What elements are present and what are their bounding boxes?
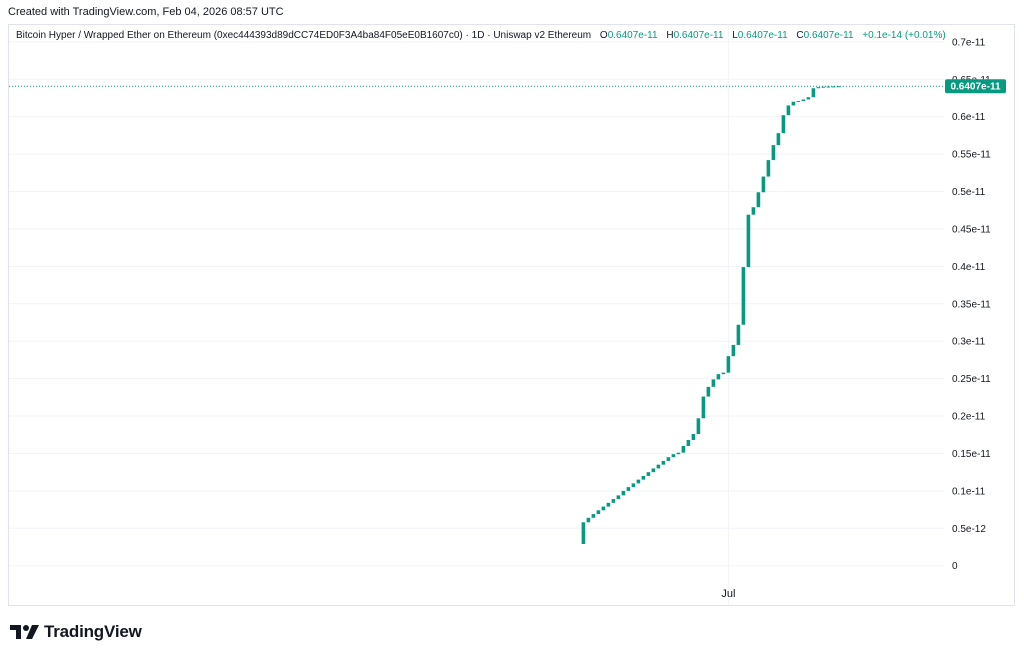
candle-43[interactable]	[796, 100, 801, 102]
y-tick-label-6: 0.4e-11	[952, 262, 986, 273]
tradingview-brand-text: TradingView	[44, 622, 142, 641]
chart-legend: Bitcoin Hyper / Wrapped Ether on Ethereu…	[16, 30, 946, 41]
candle-34[interactable]	[751, 207, 756, 215]
high-value: 0.6407e-11	[673, 30, 724, 41]
grid-lines	[9, 25, 944, 605]
candle-47[interactable]	[816, 87, 821, 89]
candle-46[interactable]	[811, 88, 816, 98]
open-label: O	[599, 30, 608, 41]
candle-24[interactable]	[701, 396, 706, 419]
candle-31[interactable]	[736, 324, 741, 345]
candle-16[interactable]	[661, 460, 666, 465]
candle-17[interactable]	[666, 457, 671, 461]
candle-27[interactable]	[716, 374, 721, 380]
change-value: +0.1e-14 (+0.01%)	[862, 30, 946, 41]
y-tick-label-4: 0.5e-11	[952, 187, 986, 198]
y-tick-label-3: 0.55e-11	[952, 150, 991, 161]
high-label: H	[666, 30, 674, 41]
y-tick-label-10: 0.2e-11	[952, 412, 986, 423]
candles[interactable]	[581, 86, 841, 545]
candle-36[interactable]	[761, 176, 766, 193]
candle-41[interactable]	[786, 105, 791, 116]
last-price-badge-text: 0.6407e-11	[950, 82, 1000, 93]
close-value: 0.6407e-11	[803, 30, 854, 41]
candle-7[interactable]	[616, 495, 621, 500]
y-tick-label-5: 0.45e-11	[952, 224, 991, 235]
tradingview-logo-icon	[10, 625, 39, 639]
candle-26[interactable]	[711, 379, 716, 387]
candle-29[interactable]	[726, 356, 731, 373]
low-value: 0.6407e-11	[737, 30, 788, 41]
candle-8[interactable]	[621, 490, 626, 496]
price-chart[interactable]: 0.7e-110.65e-110.6e-110.55e-110.5e-110.4…	[0, 0, 1024, 657]
candle-2[interactable]	[591, 514, 596, 518]
candle-25[interactable]	[706, 386, 711, 397]
candle-18[interactable]	[671, 454, 676, 458]
open-value: 0.6407e-11	[607, 30, 658, 41]
y-tick-label-9: 0.25e-11	[952, 374, 991, 385]
symbol-title[interactable]: Bitcoin Hyper / Wrapped Ether on Ethereu…	[16, 30, 591, 41]
candle-28[interactable]	[721, 372, 726, 375]
candle-42[interactable]	[791, 101, 796, 106]
candle-0[interactable]	[581, 522, 586, 545]
candle-45[interactable]	[806, 97, 811, 100]
candle-39[interactable]	[776, 133, 781, 146]
candle-38[interactable]	[771, 145, 776, 161]
y-tick-label-11: 0.15e-11	[952, 449, 991, 460]
y-tick-label-12: 0.1e-11	[952, 486, 986, 497]
candle-30[interactable]	[731, 344, 736, 357]
candle-15[interactable]	[656, 464, 661, 469]
candle-13[interactable]	[646, 472, 651, 476]
candle-6[interactable]	[611, 499, 616, 503]
y-tick-label-7: 0.35e-11	[952, 299, 991, 310]
candle-12[interactable]	[641, 475, 646, 480]
y-tick-label-0: 0.7e-11	[952, 37, 986, 48]
candle-49[interactable]	[826, 86, 831, 88]
candle-22[interactable]	[691, 433, 696, 440]
candle-50[interactable]	[831, 86, 836, 88]
candle-23[interactable]	[696, 418, 701, 434]
candle-44[interactable]	[801, 99, 806, 101]
candle-19[interactable]	[676, 452, 681, 455]
candle-14[interactable]	[651, 468, 656, 473]
candle-35[interactable]	[756, 192, 761, 208]
last-price-label: 0.6407e-11	[945, 79, 1006, 94]
candle-40[interactable]	[781, 115, 786, 134]
y-tick-label-14: 0	[952, 561, 958, 572]
candle-21[interactable]	[686, 439, 691, 446]
y-tick-label-8: 0.3e-11	[952, 337, 986, 348]
candle-51[interactable]	[836, 86, 841, 88]
candle-4[interactable]	[601, 506, 606, 511]
candle-9[interactable]	[626, 487, 631, 491]
y-tick-label-13: 0.5e-12	[952, 524, 986, 535]
candle-32[interactable]	[741, 267, 746, 325]
candle-10[interactable]	[631, 483, 636, 488]
x-tick-label-jul: Jul	[721, 588, 735, 600]
candle-5[interactable]	[606, 502, 611, 507]
candle-33[interactable]	[746, 214, 751, 268]
candle-1[interactable]	[586, 517, 591, 523]
candle-20[interactable]	[681, 445, 686, 453]
candle-48[interactable]	[821, 86, 826, 88]
tradingview-logo[interactable]: TradingView	[10, 622, 142, 642]
candle-3[interactable]	[596, 510, 601, 515]
time-axis[interactable]: Jul	[721, 588, 735, 600]
candle-11[interactable]	[636, 479, 641, 484]
candle-37[interactable]	[766, 160, 771, 177]
close-label: C	[796, 30, 804, 41]
price-axis[interactable]: 0.7e-110.65e-110.6e-110.55e-110.5e-110.4…	[952, 37, 991, 572]
y-tick-label-2: 0.6e-11	[952, 112, 986, 123]
